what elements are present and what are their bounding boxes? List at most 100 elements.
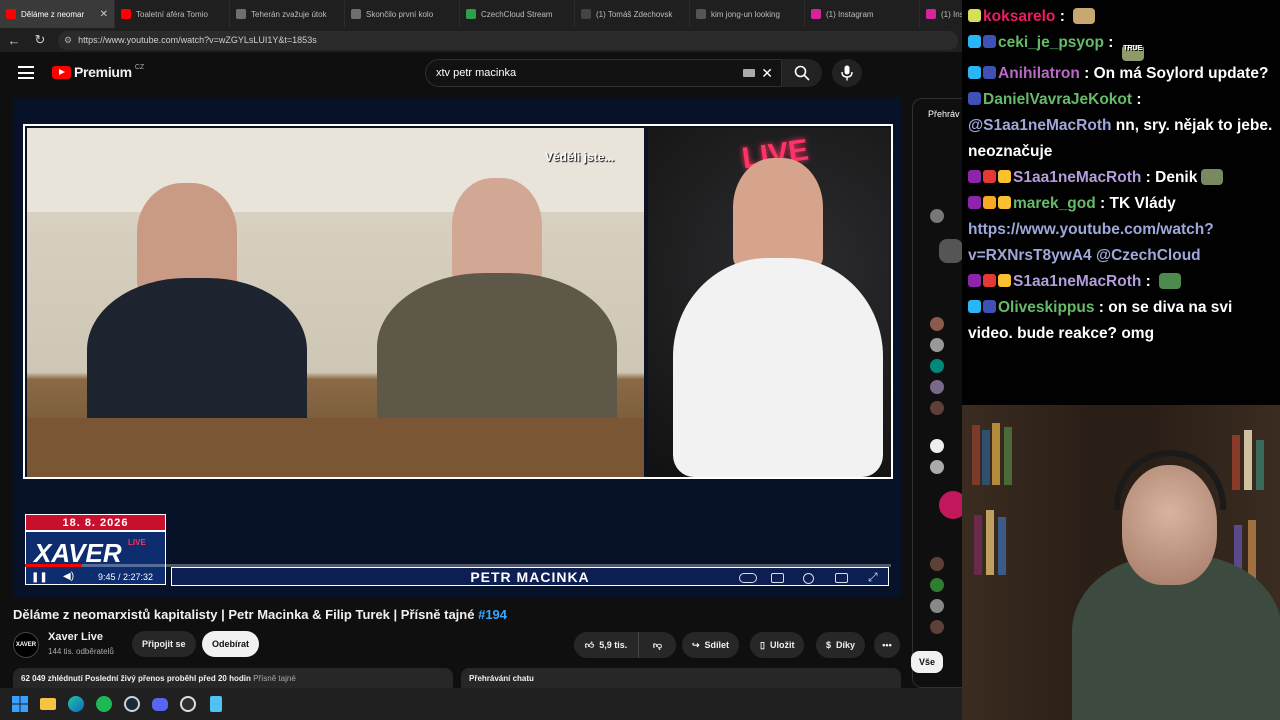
obs-icon[interactable] xyxy=(178,694,198,714)
volume-icon[interactable]: ◀) xyxy=(63,571,74,582)
discord-icon[interactable] xyxy=(150,694,170,714)
subtitles-icon[interactable] xyxy=(771,573,784,583)
chat-username[interactable]: Oliveskippus xyxy=(998,299,1094,316)
search-button[interactable] xyxy=(782,59,822,87)
side-chat-panel: Přehráv xyxy=(912,98,962,688)
browser-tab[interactable]: Skončilo první kolo xyxy=(345,0,460,28)
chat-username[interactable]: Anihilatron xyxy=(998,65,1080,82)
channel-name[interactable]: Xaver Live xyxy=(48,631,103,643)
dislike-button[interactable]: 👎︎ xyxy=(638,632,676,658)
more-actions-button[interactable]: ••• xyxy=(874,632,900,658)
browser-tab[interactable]: (1) Instag xyxy=(920,0,962,28)
browser-tab[interactable]: kim jong-un looking xyxy=(690,0,805,28)
browser-tab[interactable]: (1) Tomáš Zdechovsk xyxy=(575,0,690,28)
edge-browser-icon[interactable] xyxy=(66,694,86,714)
chat-username[interactable]: koksarelo xyxy=(983,8,1055,25)
chat-badge-icon xyxy=(983,35,996,48)
settings-icon[interactable] xyxy=(803,573,814,584)
chat-username[interactable]: S1aa1neMacRoth xyxy=(1013,273,1141,290)
autoplay-toggle-icon[interactable] xyxy=(739,573,757,583)
progress-bar[interactable] xyxy=(25,564,891,567)
share-button[interactable]: ↪ Sdílet xyxy=(682,632,740,658)
clear-search-icon[interactable]: ✕ xyxy=(761,65,773,82)
chat-badge-icon xyxy=(983,170,996,183)
save-label: Uložit xyxy=(769,640,795,650)
chat-username[interactable]: marek_god xyxy=(1013,195,1096,212)
description-box[interactable]: 62 049 zhlédnutí Poslední živý přenos pr… xyxy=(13,668,453,688)
chat-separator: : xyxy=(1094,299,1109,316)
chat-emote-icon xyxy=(1073,8,1096,24)
unsubscribe-button[interactable]: Odebírat xyxy=(202,631,260,657)
video-title-text: Děláme z neomarxistů kapitalisty | Petr … xyxy=(13,607,475,622)
chat-badge-icon xyxy=(998,170,1011,183)
save-button[interactable]: ▯ Uložit xyxy=(750,632,805,658)
reload-icon[interactable]: ↻ xyxy=(32,32,48,48)
voice-search-button[interactable] xyxy=(832,59,862,87)
microphone-icon xyxy=(841,65,853,81)
chat-replay-bar[interactable]: Přehrávání chatu xyxy=(461,668,901,688)
chat-mention[interactable]: @S1aa1neMacRoth xyxy=(968,117,1111,134)
menu-icon[interactable] xyxy=(18,66,34,79)
chat-message: Anihilatron : On má Soylord update? xyxy=(968,61,1276,87)
fullscreen-icon[interactable]: ⤢ xyxy=(868,570,878,585)
youtube-play-icon xyxy=(52,65,71,79)
chat-avatar xyxy=(930,439,944,453)
join-button[interactable]: Připojit se xyxy=(132,631,196,657)
description-tag[interactable]: Přísně tajné xyxy=(253,674,296,683)
notepad-icon[interactable] xyxy=(206,694,226,714)
chat-message: ceki_je_psyop : TRUE xyxy=(968,30,1276,61)
spotify-icon[interactable] xyxy=(94,694,114,714)
chat-avatar xyxy=(930,460,944,474)
chat-message: marek_god : TK Vlády https://www.youtube.… xyxy=(968,191,1276,269)
chat-username[interactable]: S1aa1neMacRoth xyxy=(1013,169,1141,186)
youtube-icon xyxy=(6,9,16,19)
chat-message: S1aa1neMacRoth : xyxy=(968,269,1276,295)
windows-start-icon[interactable] xyxy=(10,694,30,714)
webcam-feed xyxy=(962,405,1280,720)
chat-text: Denik xyxy=(1155,169,1198,186)
site-info-icon[interactable]: ⚙ xyxy=(64,35,72,46)
tab-title: Děláme z neomar xyxy=(21,9,85,19)
steam-icon[interactable] xyxy=(122,694,142,714)
browser-tab[interactable]: (1) Instagram xyxy=(805,0,920,28)
thanks-button[interactable]: $ Díky xyxy=(816,632,866,658)
browser-tab[interactable]: CzechCloud Stream xyxy=(460,0,575,28)
video-title-tag[interactable]: #194 xyxy=(478,607,507,622)
chat-badge-icon xyxy=(968,274,981,287)
time-display: 9:45 / 2:27:32 xyxy=(98,572,154,582)
pause-icon[interactable]: ❚❚ xyxy=(31,572,48,583)
keyboard-icon[interactable] xyxy=(743,69,755,77)
chat-avatar xyxy=(930,620,944,634)
chat-separator: : xyxy=(1103,34,1118,51)
view-count: 62 049 zhlédnutí xyxy=(21,674,83,683)
chat-mention[interactable]: @CzechCloud xyxy=(1096,247,1201,264)
browser-tab[interactable]: Teherán zvažuje útok xyxy=(230,0,345,28)
tab-title: Toaletní aféra Tomio xyxy=(136,9,208,19)
file-explorer-icon[interactable] xyxy=(38,694,58,714)
youtube-logo[interactable]: Premium CZ xyxy=(52,64,144,80)
miniplayer-icon[interactable] xyxy=(835,573,848,583)
chat-username[interactable]: DanielVavraJeKokot xyxy=(983,91,1132,108)
video-player[interactable]: Věděli jste... LIVE 18. 8. 2026 XAVER LI… xyxy=(13,98,901,597)
browser-tab[interactable]: Děláme z neomar ✕ xyxy=(0,0,115,28)
channel-avatar[interactable]: XAVER xyxy=(13,632,39,658)
chat-avatar xyxy=(930,338,944,352)
side-header: Přehráv xyxy=(928,109,960,119)
like-button[interactable]: 👍︎ 5,9 tis. xyxy=(574,632,638,658)
chat-avatar xyxy=(930,557,944,571)
back-icon[interactable]: ← xyxy=(6,33,22,48)
chat-badge-icon xyxy=(968,9,981,22)
url-field[interactable]: ⚙ https://www.youtube.com/watch?v=wZGYLs… xyxy=(58,30,958,50)
table xyxy=(27,418,644,477)
chat-username[interactable]: ceki_je_psyop xyxy=(998,34,1104,51)
instagram-icon xyxy=(811,9,821,19)
search-input[interactable]: xtv petr macinka ✕ xyxy=(425,59,782,87)
chat-badge-icon xyxy=(998,196,1011,209)
filter-all-chip[interactable]: Vše xyxy=(911,651,943,673)
bookmark-icon: ▯ xyxy=(760,639,765,650)
chat-emote-icon xyxy=(1201,169,1224,185)
stream-info: Poslední živý přenos proběhl před 20 hod… xyxy=(85,674,251,683)
browser-tab[interactable]: Toaletní aféra Tomio xyxy=(115,0,230,28)
close-tab-icon[interactable]: ✕ xyxy=(100,9,108,20)
chat-avatar xyxy=(930,209,944,223)
